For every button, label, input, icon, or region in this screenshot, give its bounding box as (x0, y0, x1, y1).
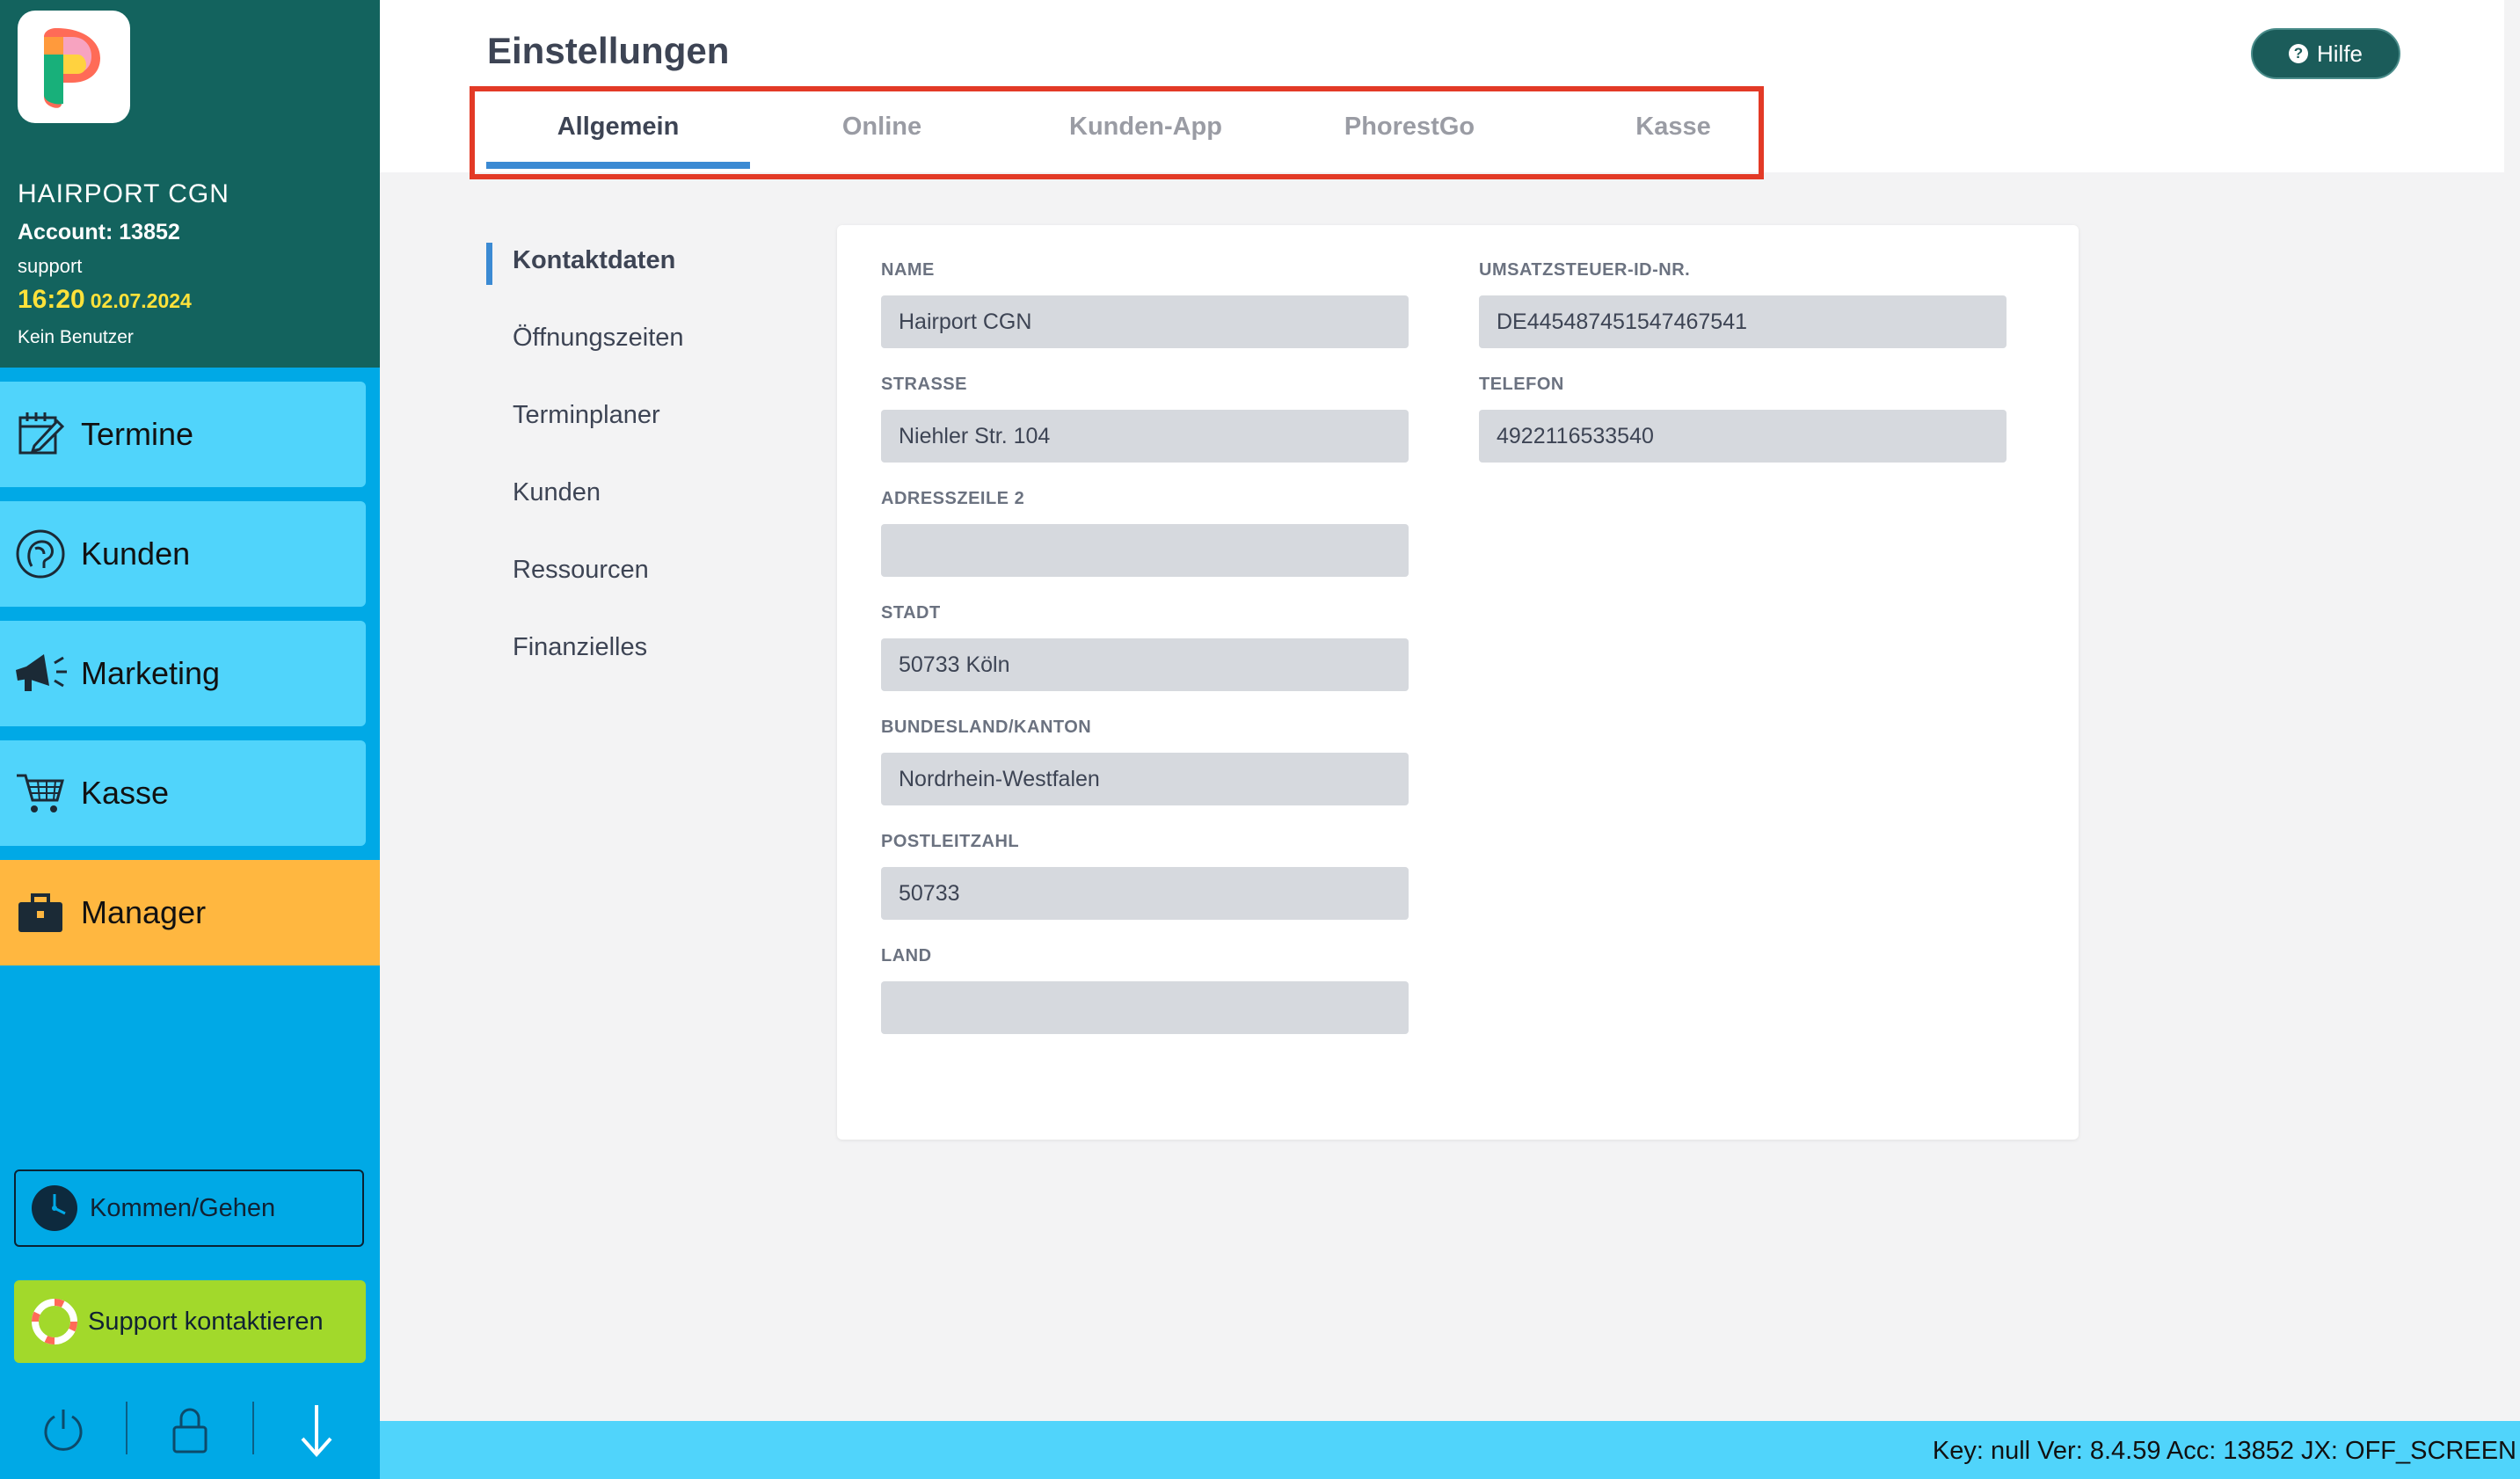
sidebar: HAIRPORT CGN Account: 13852 support 16:2… (0, 0, 380, 1479)
name-field[interactable] (881, 295, 1409, 348)
divider (126, 1402, 127, 1454)
help-label: Hilfe (2316, 40, 2363, 67)
app-logo (18, 11, 130, 123)
nav-kasse[interactable]: Kasse (0, 740, 366, 846)
status-text: Key: null Ver: 8.4.59 Acc: 13852 JX: OFF… (1932, 1437, 2516, 1465)
shopping-cart-icon (12, 765, 69, 821)
nav-marketing[interactable]: Marketing (0, 621, 366, 726)
account-number: Account: 13852 (18, 220, 180, 244)
adresszeile2-label: ADRESSZEILE 2 (881, 489, 1025, 508)
phorest-logo-icon (44, 28, 100, 108)
subnav-kunden[interactable]: Kunden (513, 478, 601, 507)
help-button[interactable]: ? Hilfe (2251, 28, 2400, 79)
calendar-edit-icon (12, 406, 69, 463)
current-user: support (18, 255, 83, 277)
subnav-oeffnungszeiten[interactable]: Öffnungszeiten (513, 324, 684, 353)
arrow-down-icon[interactable] (290, 1400, 343, 1461)
subnav-ressourcen[interactable]: Ressourcen (513, 556, 649, 585)
clock-time: 16:20 (18, 285, 85, 314)
support-label: Support kontaktieren (88, 1307, 324, 1336)
kommen-gehen-label: Kommen/Gehen (90, 1193, 276, 1222)
telefon-field[interactable] (1479, 410, 2007, 463)
telefon-label: TELEFON (1479, 375, 1564, 394)
nav-kunden-label: Kunden (81, 536, 191, 572)
nav-manager[interactable]: Manager (0, 860, 380, 965)
power-icon[interactable] (37, 1400, 90, 1461)
postleitzahl-label: POSTLEITZAHL (881, 832, 1020, 851)
land-field[interactable] (881, 981, 1409, 1034)
active-subnav-indicator (486, 243, 492, 285)
active-tab-indicator (486, 162, 750, 169)
ust-id-label: UMSATZSTEUER-ID-NR. (1479, 260, 1691, 280)
strasse-field[interactable] (881, 410, 1409, 463)
bundesland-field[interactable] (881, 753, 1409, 805)
status-bar: Key: null Ver: 8.4.59 Acc: 13852 JX: OFF… (380, 1421, 2520, 1479)
subnav-finanzielles[interactable]: Finanzielles (513, 633, 647, 662)
kommen-gehen-button[interactable]: Kommen/Gehen (14, 1169, 364, 1247)
adresszeile2-field[interactable] (881, 524, 1409, 577)
nav-kunden[interactable]: Kunden (0, 501, 366, 607)
tab-kasse[interactable]: Kasse (1541, 113, 1805, 142)
nav-kasse-label: Kasse (81, 775, 170, 811)
logged-in-user-status: Kein Benutzer (18, 327, 134, 347)
ust-id-field[interactable] (1479, 295, 2007, 348)
nav-termine-label: Termine (81, 416, 194, 452)
stadt-label: STADT (881, 603, 941, 623)
nav-manager-label: Manager (81, 894, 207, 930)
question-icon: ? (2288, 44, 2308, 63)
subnav-kontaktdaten[interactable]: Kontaktdaten (513, 246, 675, 275)
customer-head-icon (12, 526, 69, 582)
divider (252, 1402, 254, 1454)
postleitzahl-field[interactable] (881, 867, 1409, 920)
nav-termine[interactable]: Termine (0, 382, 366, 487)
strasse-label: STRASSE (881, 375, 967, 394)
lock-icon[interactable] (164, 1400, 216, 1461)
bundesland-label: BUNDESLAND/KANTON (881, 718, 1092, 737)
nav-marketing-label: Marketing (81, 655, 221, 691)
support-button[interactable]: Support kontaktieren (14, 1280, 366, 1363)
land-label: LAND (881, 946, 932, 965)
briefcase-icon (12, 885, 69, 941)
tab-online[interactable]: Online (750, 113, 1014, 142)
clock-icon (32, 1185, 77, 1231)
tab-kunden-app[interactable]: Kunden-App (1014, 113, 1278, 142)
subnav-terminplaner[interactable]: Terminplaner (513, 401, 660, 430)
tab-allgemein[interactable]: Allgemein (486, 113, 750, 142)
clock: 16:20 02.07.2024 (18, 285, 192, 315)
stadt-field[interactable] (881, 638, 1409, 691)
contact-form-card: NAME STRASSE ADRESSZEILE 2 STADT BUNDESL… (837, 225, 2079, 1140)
page-title: Einstellungen (487, 30, 730, 71)
tab-phorestgo[interactable]: PhorestGo (1278, 113, 1541, 142)
megaphone-icon (12, 645, 69, 702)
account-panel: HAIRPORT CGN Account: 13852 support 16:2… (0, 0, 380, 368)
name-label: NAME (881, 260, 935, 280)
clock-date: 02.07.2024 (90, 289, 192, 312)
lifebuoy-icon (32, 1299, 77, 1344)
salon-name: HAIRPORT CGN (18, 179, 229, 208)
